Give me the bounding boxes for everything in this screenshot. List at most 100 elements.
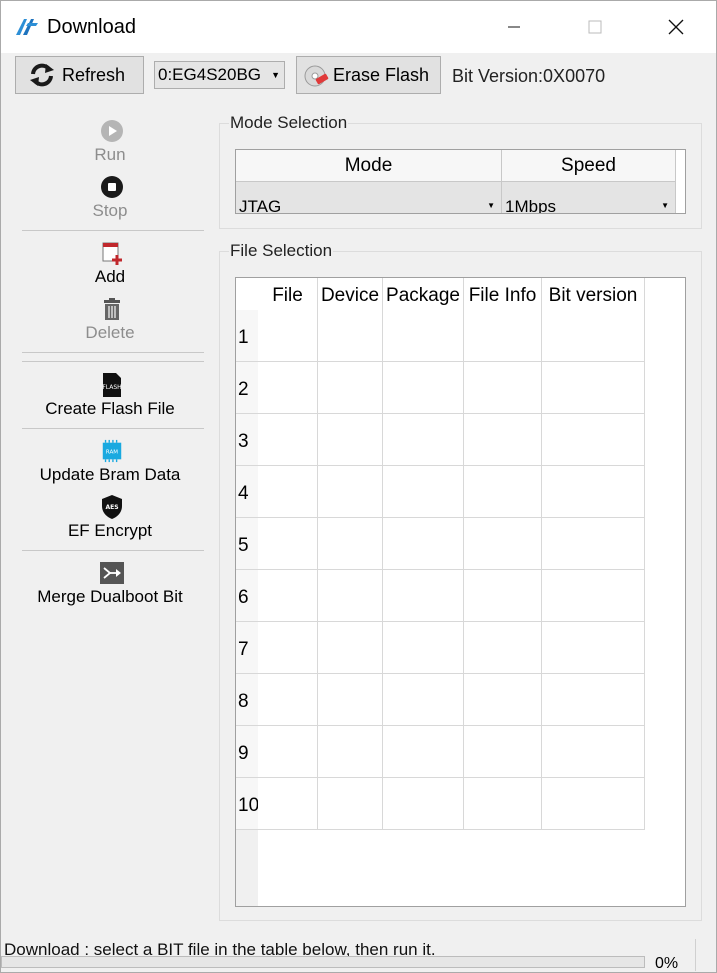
table-cell[interactable] — [464, 362, 542, 414]
table-cell[interactable] — [383, 674, 464, 726]
table-cell[interactable] — [464, 466, 542, 518]
refresh-label: Refresh — [62, 64, 126, 85]
table-cell[interactable] — [258, 362, 318, 414]
mode-dropdown[interactable]: JTAG ▼ — [236, 182, 502, 214]
table-cell[interactable] — [464, 414, 542, 466]
maximize-button[interactable] — [572, 1, 618, 53]
table-cell[interactable] — [318, 778, 383, 830]
table-cell[interactable] — [318, 518, 383, 570]
table-cell[interactable] — [464, 570, 542, 622]
erase-flash-button[interactable]: Erase Flash — [296, 56, 441, 94]
table-cell[interactable] — [383, 310, 464, 362]
table-cell[interactable] — [383, 466, 464, 518]
table-cell[interactable] — [383, 726, 464, 778]
update-bram-data-label: Update Bram Data — [39, 465, 181, 484]
progress-bar — [1, 956, 645, 968]
row-header[interactable]: 7 — [236, 622, 258, 674]
file-table: File Device Package File Info Bit version 1 2 3… — [235, 277, 686, 907]
stop-icon — [100, 175, 124, 199]
table-cell[interactable] — [542, 466, 645, 518]
table-cell[interactable] — [464, 674, 542, 726]
row-header[interactable]: 10 — [236, 778, 258, 830]
refresh-button[interactable]: Refresh — [15, 56, 144, 94]
table-cell[interactable] — [464, 622, 542, 674]
toolbar: Refresh 0:EG4S20BG ▼ Erase Flash Bit Ver… — [1, 53, 716, 99]
table-row-header-filler — [236, 830, 258, 906]
table-cell[interactable] — [542, 518, 645, 570]
table-cell[interactable] — [383, 778, 464, 830]
erase-disc-icon — [303, 62, 329, 88]
table-cell[interactable] — [542, 414, 645, 466]
table-cell[interactable] — [258, 778, 318, 830]
table-cell[interactable] — [542, 778, 645, 830]
speed-header: Speed — [502, 150, 676, 182]
column-header[interactable]: File — [258, 278, 318, 310]
table-cell[interactable] — [542, 622, 645, 674]
close-button[interactable] — [653, 1, 699, 53]
table-cell[interactable] — [383, 622, 464, 674]
flash-icon-text: FLASH — [102, 384, 121, 391]
column-header[interactable]: Package — [383, 278, 464, 310]
title-bar: Download — [1, 1, 716, 53]
table-cell[interactable] — [383, 570, 464, 622]
ef-encrypt-label: EF Encrypt — [67, 521, 153, 540]
row-header[interactable]: 2 — [236, 362, 258, 414]
table-cell[interactable] — [258, 518, 318, 570]
device-select[interactable]: 0:EG4S20BG ▼ — [154, 61, 285, 89]
table-cell[interactable] — [464, 518, 542, 570]
mode-selection-legend: Mode Selection — [229, 113, 349, 133]
sidebar-divider — [22, 361, 204, 362]
speed-dropdown[interactable]: 1Mbps ▼ — [502, 182, 676, 213]
table-cell[interactable] — [383, 518, 464, 570]
progress-percent: 0% — [655, 955, 679, 972]
row-header[interactable]: 8 — [236, 674, 258, 726]
table-cell[interactable] — [318, 622, 383, 674]
chevron-down-icon: ▼ — [271, 70, 280, 80]
table-cell[interactable] — [383, 362, 464, 414]
row-header[interactable]: 6 — [236, 570, 258, 622]
stop-label: Stop — [92, 201, 128, 220]
table-cell[interactable] — [383, 414, 464, 466]
sidebar-divider — [22, 550, 204, 551]
table-cell[interactable] — [318, 466, 383, 518]
table-cell[interactable] — [464, 778, 542, 830]
column-header[interactable]: Bit version — [542, 278, 645, 310]
add-label: Add — [94, 267, 126, 286]
table-cell[interactable] — [258, 674, 318, 726]
table-cell[interactable] — [318, 362, 383, 414]
mode-header: Mode — [236, 150, 502, 182]
sidebar-divider — [22, 230, 204, 231]
mode-value: JTAG — [239, 197, 282, 214]
bit-version-label: Bit Version:0X0070 — [452, 66, 606, 86]
table-cell[interactable] — [542, 362, 645, 414]
table-cell[interactable] — [258, 622, 318, 674]
table-cell[interactable] — [258, 466, 318, 518]
minimize-button[interactable] — [491, 1, 537, 53]
row-header[interactable]: 4 — [236, 466, 258, 518]
row-header[interactable]: 9 — [236, 726, 258, 778]
table-cell[interactable] — [318, 674, 383, 726]
play-icon — [100, 119, 124, 143]
table-cell[interactable] — [542, 726, 645, 778]
aes-icon-text: AES — [105, 504, 118, 511]
bram-icon-text: RAM — [106, 449, 118, 455]
window-title: Download — [47, 16, 136, 38]
table-cell[interactable] — [318, 414, 383, 466]
table-cell[interactable] — [258, 414, 318, 466]
table-cell[interactable] — [542, 310, 645, 362]
table-cell[interactable] — [318, 726, 383, 778]
table-cell[interactable] — [258, 310, 318, 362]
table-cell[interactable] — [318, 570, 383, 622]
table-cell[interactable] — [542, 570, 645, 622]
table-cell[interactable] — [464, 310, 542, 362]
row-header[interactable]: 1 — [236, 310, 258, 362]
table-cell[interactable] — [542, 674, 645, 726]
table-cell[interactable] — [258, 570, 318, 622]
table-cell[interactable] — [258, 726, 318, 778]
row-header[interactable]: 3 — [236, 414, 258, 466]
table-cell[interactable] — [318, 310, 383, 362]
table-cell[interactable] — [464, 726, 542, 778]
column-header[interactable]: Device — [318, 278, 383, 310]
row-header[interactable]: 5 — [236, 518, 258, 570]
column-header[interactable]: File Info — [464, 278, 542, 310]
